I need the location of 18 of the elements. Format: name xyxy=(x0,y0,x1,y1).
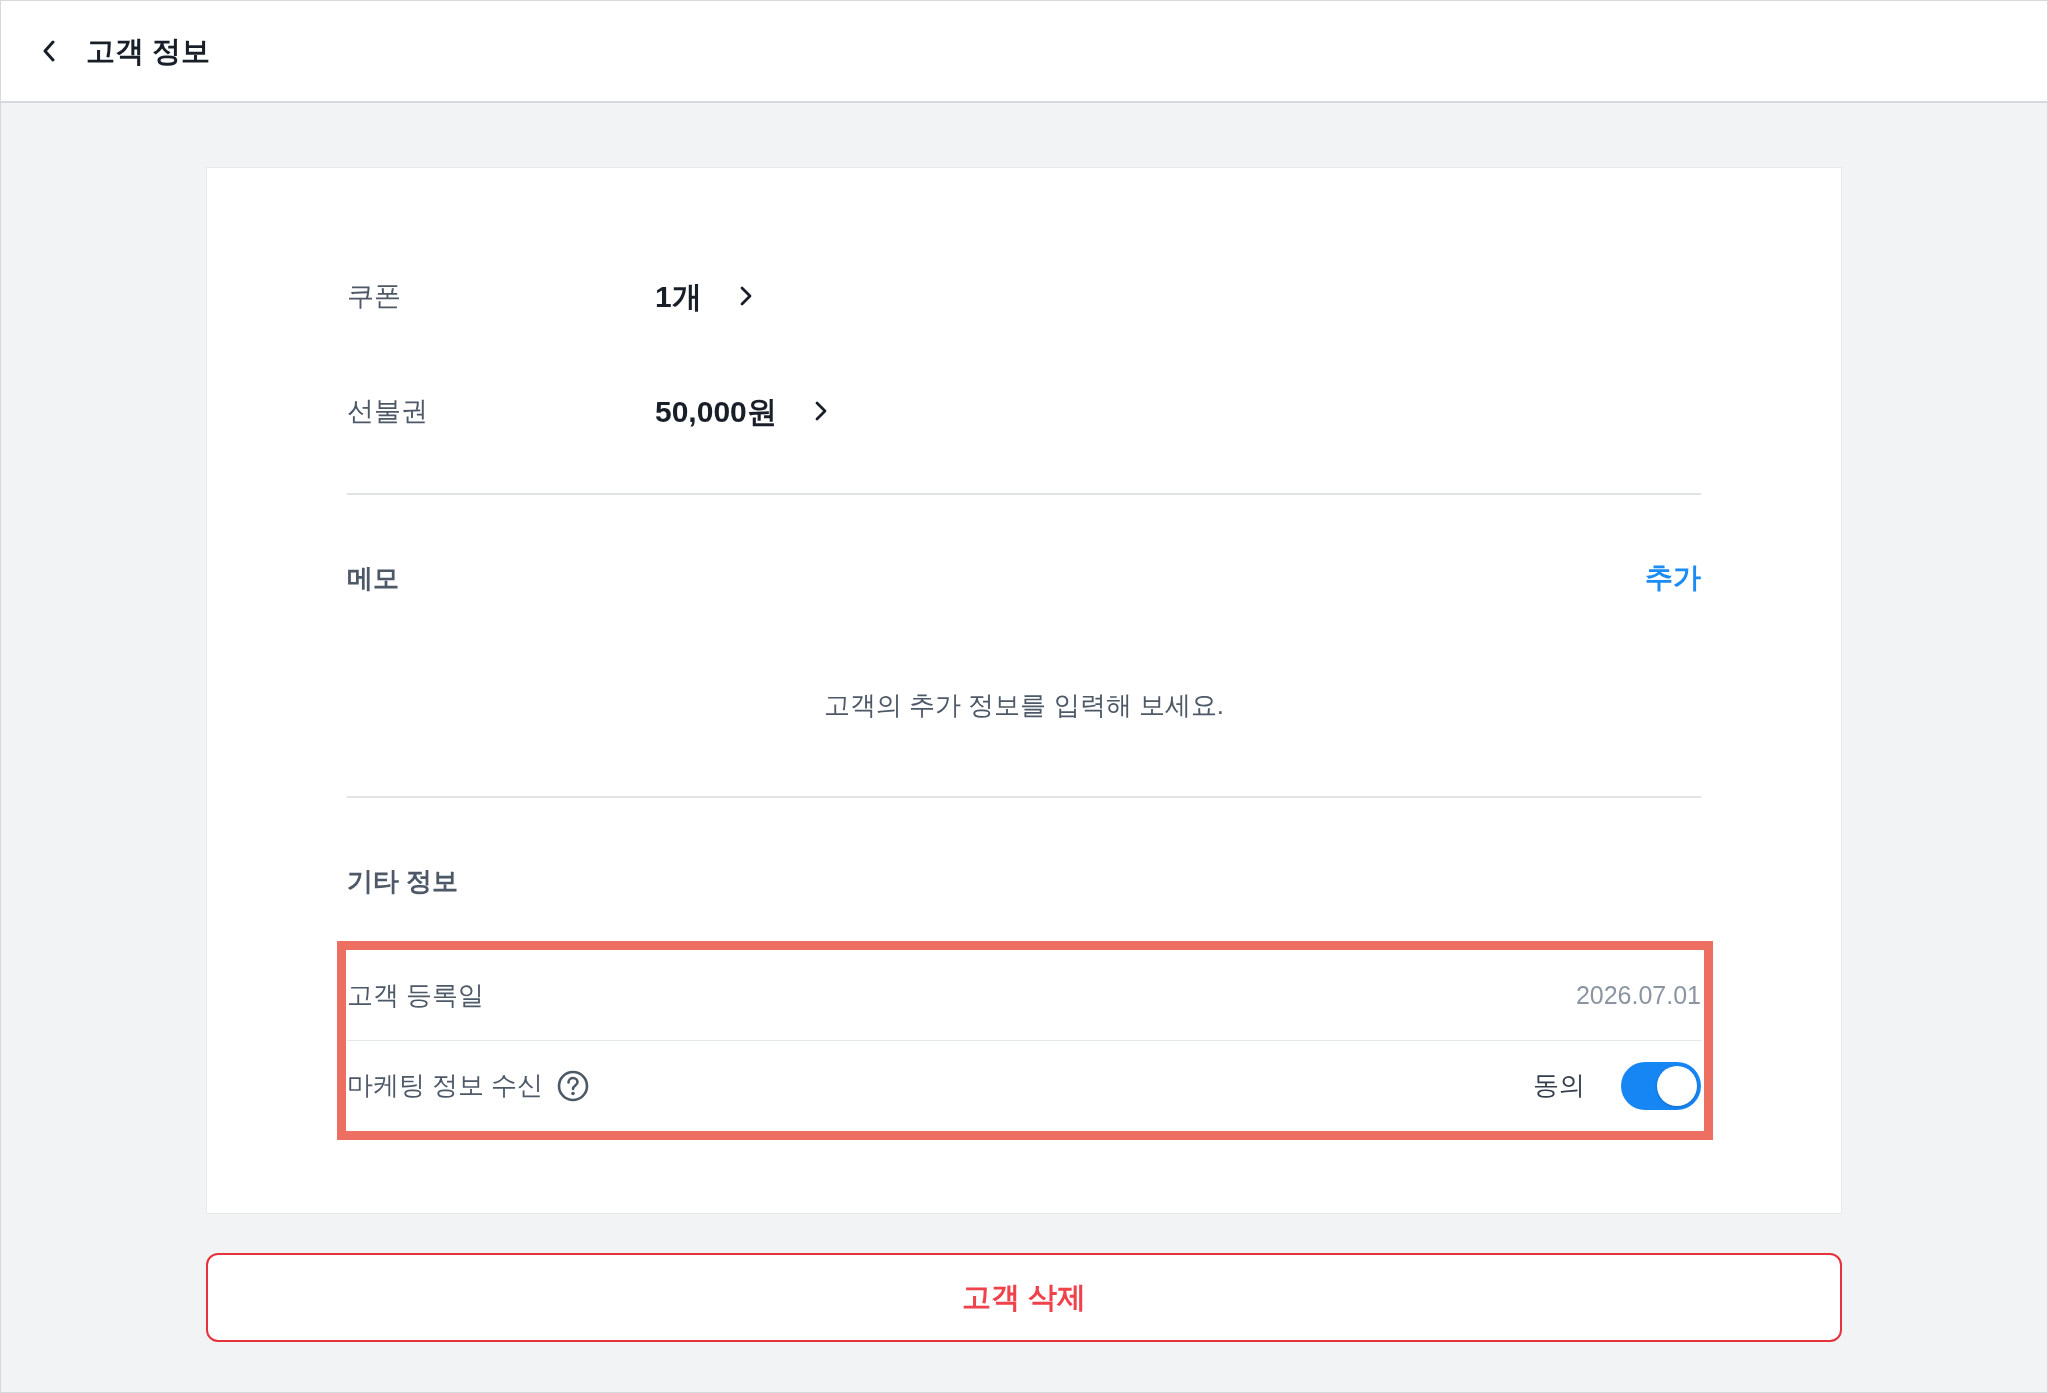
info-value: 2026.07.01 xyxy=(1575,979,1701,1011)
back-icon xyxy=(42,40,56,62)
delete-customer-button[interactable]: 고객 삭제 xyxy=(206,1253,1842,1342)
info-label: 마케팅 정보 수신 xyxy=(347,1069,544,1102)
page-title: 고객 정보 xyxy=(86,36,211,66)
summary-value-link[interactable]: 50,000원 xyxy=(655,388,827,434)
info-label: 고객 등록일 xyxy=(347,979,485,1012)
help-icon[interactable] xyxy=(557,1069,590,1102)
section-title: 기타 정보 xyxy=(347,864,459,898)
memo-empty-message: 고객의 추가 정보를 입력해 보세요. xyxy=(823,688,1225,722)
summary-label: 선불권 xyxy=(347,394,429,428)
summary-label: 쿠폰 xyxy=(347,279,402,313)
chevron-right-icon xyxy=(739,286,752,306)
memo-title: 메모 xyxy=(347,561,399,595)
chevron-right-icon xyxy=(814,401,827,421)
toggle-label: 동의 xyxy=(1533,1069,1585,1102)
summary-value-link[interactable]: 1개 xyxy=(655,273,752,319)
toggle-switch[interactable] xyxy=(1621,1061,1701,1110)
